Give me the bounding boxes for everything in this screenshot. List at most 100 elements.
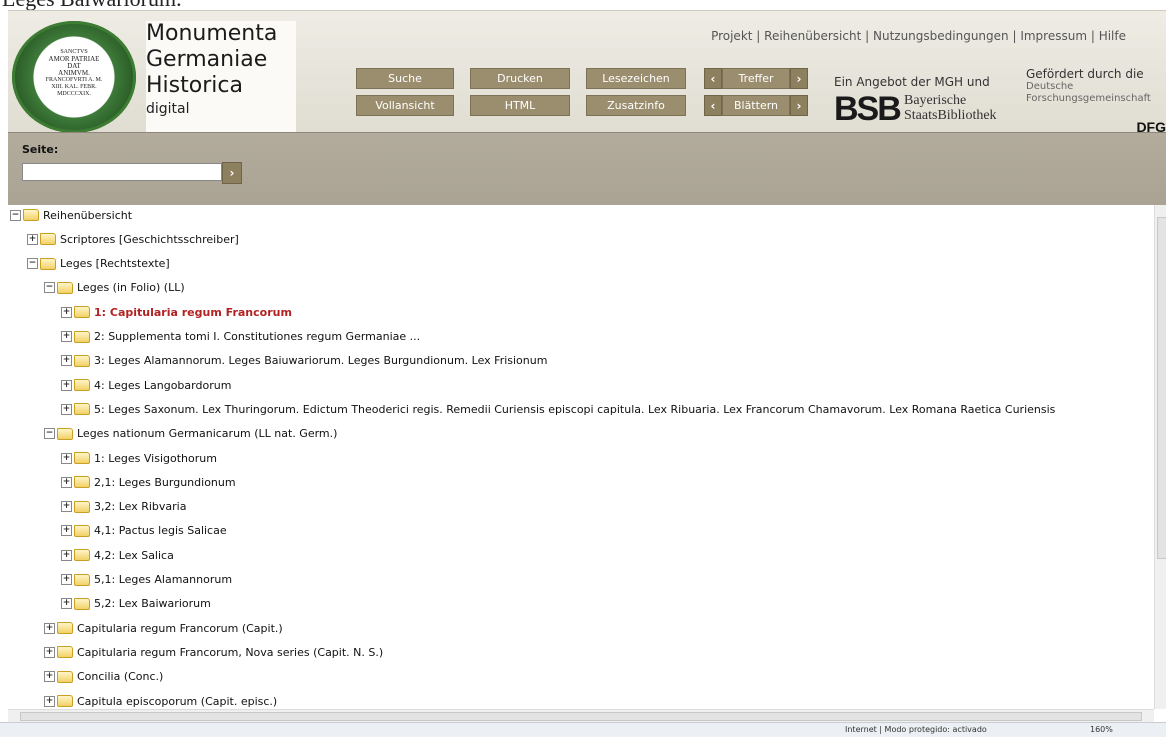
tree-node-label[interactable]: 4,2: Lex Salica — [94, 549, 174, 562]
tree-node[interactable]: − Leges nationum Germanicarum (LL nat. Ge… — [44, 424, 337, 444]
site-subtitle: digital — [146, 101, 190, 117]
tree-node[interactable]: +4,1: Pactus legis Salicae — [61, 521, 227, 541]
tree-node[interactable]: +3,2: Lex Ribvaria — [61, 497, 186, 517]
folder-icon — [57, 281, 73, 294]
tree-node[interactable]: +2,1: Leges Burgundionum — [61, 472, 236, 492]
tree-node-label[interactable]: Capitularia regum Francorum (Capit.) — [77, 622, 283, 635]
tree-node[interactable]: − Leges [Rechtstexte] — [27, 254, 170, 274]
collapse-toggle-icon[interactable]: − — [27, 258, 38, 270]
bsb-name-line: StaatsBibliothek — [904, 108, 997, 123]
tree-node[interactable]: +5: Leges Saxonum. Lex Thuringorum. Edic… — [61, 399, 1055, 419]
tree-node-label[interactable]: 3: Leges Alamannorum. Leges Baiuwariorum… — [94, 354, 547, 367]
folder-icon — [40, 233, 56, 246]
tree-node[interactable]: + Capitula episcoporum (Capit. episc.) — [44, 691, 277, 709]
tree-node[interactable]: +2: Supplementa tomi I. Constitutiones r… — [61, 327, 420, 347]
zoom-level[interactable]: 160% — [1090, 725, 1113, 734]
vertical-scrollbar[interactable] — [1154, 205, 1166, 709]
additional-info-button[interactable]: Zusatzinfo — [586, 95, 686, 116]
tree-node-label[interactable]: 5,2: Lex Baiwariorum — [94, 597, 211, 610]
expand-toggle-icon[interactable]: + — [61, 476, 72, 488]
expand-toggle-icon[interactable]: + — [44, 622, 55, 634]
tree-node-label[interactable]: 5,1: Leges Alamannorum — [94, 573, 232, 586]
link-nutzungsbedingungen[interactable]: Nutzungsbedingungen — [873, 29, 1009, 43]
mgh-seal-logo[interactable]: SANCTVS AMOR PATRIAE DAT ANIMVM. FRANCOF… — [12, 21, 136, 133]
tree-node[interactable]: +3: Leges Alamannorum. Leges Baiuwarioru… — [61, 351, 547, 371]
page-jump-input[interactable] — [22, 163, 222, 181]
tree-node-label[interactable]: Scriptores [Geschichtsschreiber] — [60, 233, 239, 246]
tree-node[interactable]: +5,2: Lex Baiwariorum — [61, 594, 211, 614]
tree-node[interactable]: + Capitularia regum Francorum, Nova serie… — [44, 642, 383, 662]
dfg-funding-text: Gefördert durch die — [1026, 67, 1144, 81]
expand-toggle-icon[interactable]: + — [61, 355, 72, 367]
tree-node-label[interactable]: 4,1: Pactus legis Salicae — [94, 524, 227, 537]
expand-toggle-icon[interactable]: + — [61, 598, 72, 610]
expand-toggle-icon[interactable]: + — [61, 306, 72, 318]
site-title[interactable]: Monumenta Germaniae Historica digital — [146, 21, 296, 133]
tree-node[interactable]: +4,2: Lex Salica — [61, 545, 174, 565]
expand-toggle-icon[interactable]: + — [61, 331, 72, 342]
tree-node-label[interactable]: 3,2: Lex Ribvaria — [94, 500, 186, 513]
link-projekt[interactable]: Projekt — [711, 29, 752, 43]
tree-node[interactable]: +5,1: Leges Alamannorum — [61, 570, 232, 590]
tree-node-label[interactable]: Leges [Rechtstexte] — [60, 257, 170, 270]
expand-toggle-icon[interactable]: + — [61, 549, 72, 561]
expand-toggle-icon[interactable]: + — [61, 501, 72, 513]
expand-toggle-icon[interactable]: + — [61, 525, 72, 537]
scroll-thumb[interactable] — [20, 712, 1142, 721]
expand-toggle-icon[interactable]: + — [44, 671, 55, 683]
bookmark-button[interactable]: Lesezeichen — [586, 68, 686, 89]
tree-node-label[interactable]: Reihenübersicht — [43, 209, 132, 222]
tree-node-label[interactable]: Capitularia regum Francorum, Nova series… — [77, 646, 383, 659]
bsb-logo-name: Bayerische StaatsBibliothek — [904, 93, 997, 123]
tree-node[interactable]: + Scriptores [Geschichtsschreiber] — [27, 229, 239, 249]
treffer-prev-button[interactable]: ‹ — [704, 68, 722, 89]
expand-toggle-icon[interactable]: + — [44, 646, 55, 658]
link-hilfe[interactable]: Hilfe — [1099, 29, 1126, 43]
tree-node[interactable]: +1: Capitularia regum Francorum — [61, 302, 292, 322]
tree-node[interactable]: + Capitularia regum Francorum (Capit.) — [44, 618, 283, 638]
tree-node-label[interactable]: Leges (in Folio) (LL) — [77, 281, 185, 294]
treffer-next-button[interactable]: › — [790, 68, 808, 89]
print-button[interactable]: Drucken — [470, 68, 570, 89]
tree-node-label[interactable]: Leges nationum Germanicarum (LL nat. Ger… — [77, 427, 337, 440]
tree-node-label[interactable]: 5: Leges Saxonum. Lex Thuringorum. Edict… — [94, 403, 1055, 416]
tree-node-label[interactable]: Concilia (Conc.) — [77, 670, 163, 683]
expand-toggle-icon[interactable]: + — [61, 379, 72, 391]
tree-node-label[interactable]: Capitula episcoporum (Capit. episc.) — [77, 695, 277, 708]
collapse-toggle-icon[interactable]: − — [44, 428, 55, 440]
tree-node-label[interactable]: 1: Leges Visigothorum — [94, 452, 217, 465]
tree-node-label[interactable]: 4: Leges Langobardorum — [94, 379, 231, 392]
scroll-thumb[interactable] — [1157, 217, 1166, 559]
link-impressum[interactable]: Impressum — [1020, 29, 1087, 43]
folder-icon — [57, 646, 73, 659]
dfg-name[interactable]: Deutsche Forschungsgemeinschaft — [1026, 81, 1151, 105]
blaettern-next-button[interactable]: › — [790, 95, 808, 116]
tree-node-label[interactable]: 1: Capitularia regum Francorum — [94, 306, 292, 319]
folder-icon — [57, 670, 73, 683]
html-button[interactable]: HTML — [470, 95, 570, 116]
blaettern-button[interactable]: Blättern — [722, 95, 790, 116]
tree-node[interactable]: +4: Leges Langobardorum — [61, 375, 231, 395]
tree-node[interactable]: + Concilia (Conc.) — [44, 667, 163, 687]
tree-node-label[interactable]: 2: Supplementa tomi I. Constitutiones re… — [94, 330, 420, 343]
blaettern-prev-button[interactable]: ‹ — [704, 95, 722, 116]
expand-toggle-icon[interactable]: + — [61, 452, 72, 464]
tree-node-label[interactable]: 2,1: Leges Burgundionum — [94, 476, 236, 489]
search-button[interactable]: Suche — [356, 68, 454, 89]
horizontal-scrollbar[interactable] — [8, 709, 1154, 722]
link-reihenuebersicht[interactable]: Reihenübersicht — [764, 29, 861, 43]
page-jump-go-button[interactable]: › — [222, 162, 242, 184]
bsb-logo[interactable]: BSB Bayerische StaatsBibliothek — [834, 91, 997, 127]
expand-toggle-icon[interactable]: + — [44, 695, 55, 707]
collapse-toggle-icon[interactable]: − — [10, 209, 21, 221]
expand-toggle-icon[interactable]: + — [27, 233, 38, 245]
expand-toggle-icon[interactable]: + — [61, 574, 72, 585]
treffer-button[interactable]: Treffer — [722, 68, 790, 89]
tree-node[interactable]: +1: Leges Visigothorum — [61, 448, 217, 468]
tree-node[interactable]: − Reihenübersicht — [10, 205, 132, 225]
browser-status-bar: Internet | Modo protegido: activado 160% — [0, 722, 1166, 737]
tree-node[interactable]: − Leges (in Folio) (LL) — [44, 278, 185, 298]
expand-toggle-icon[interactable]: + — [61, 403, 72, 415]
collapse-toggle-icon[interactable]: − — [44, 282, 55, 294]
full-view-button[interactable]: Vollansicht — [356, 95, 454, 116]
